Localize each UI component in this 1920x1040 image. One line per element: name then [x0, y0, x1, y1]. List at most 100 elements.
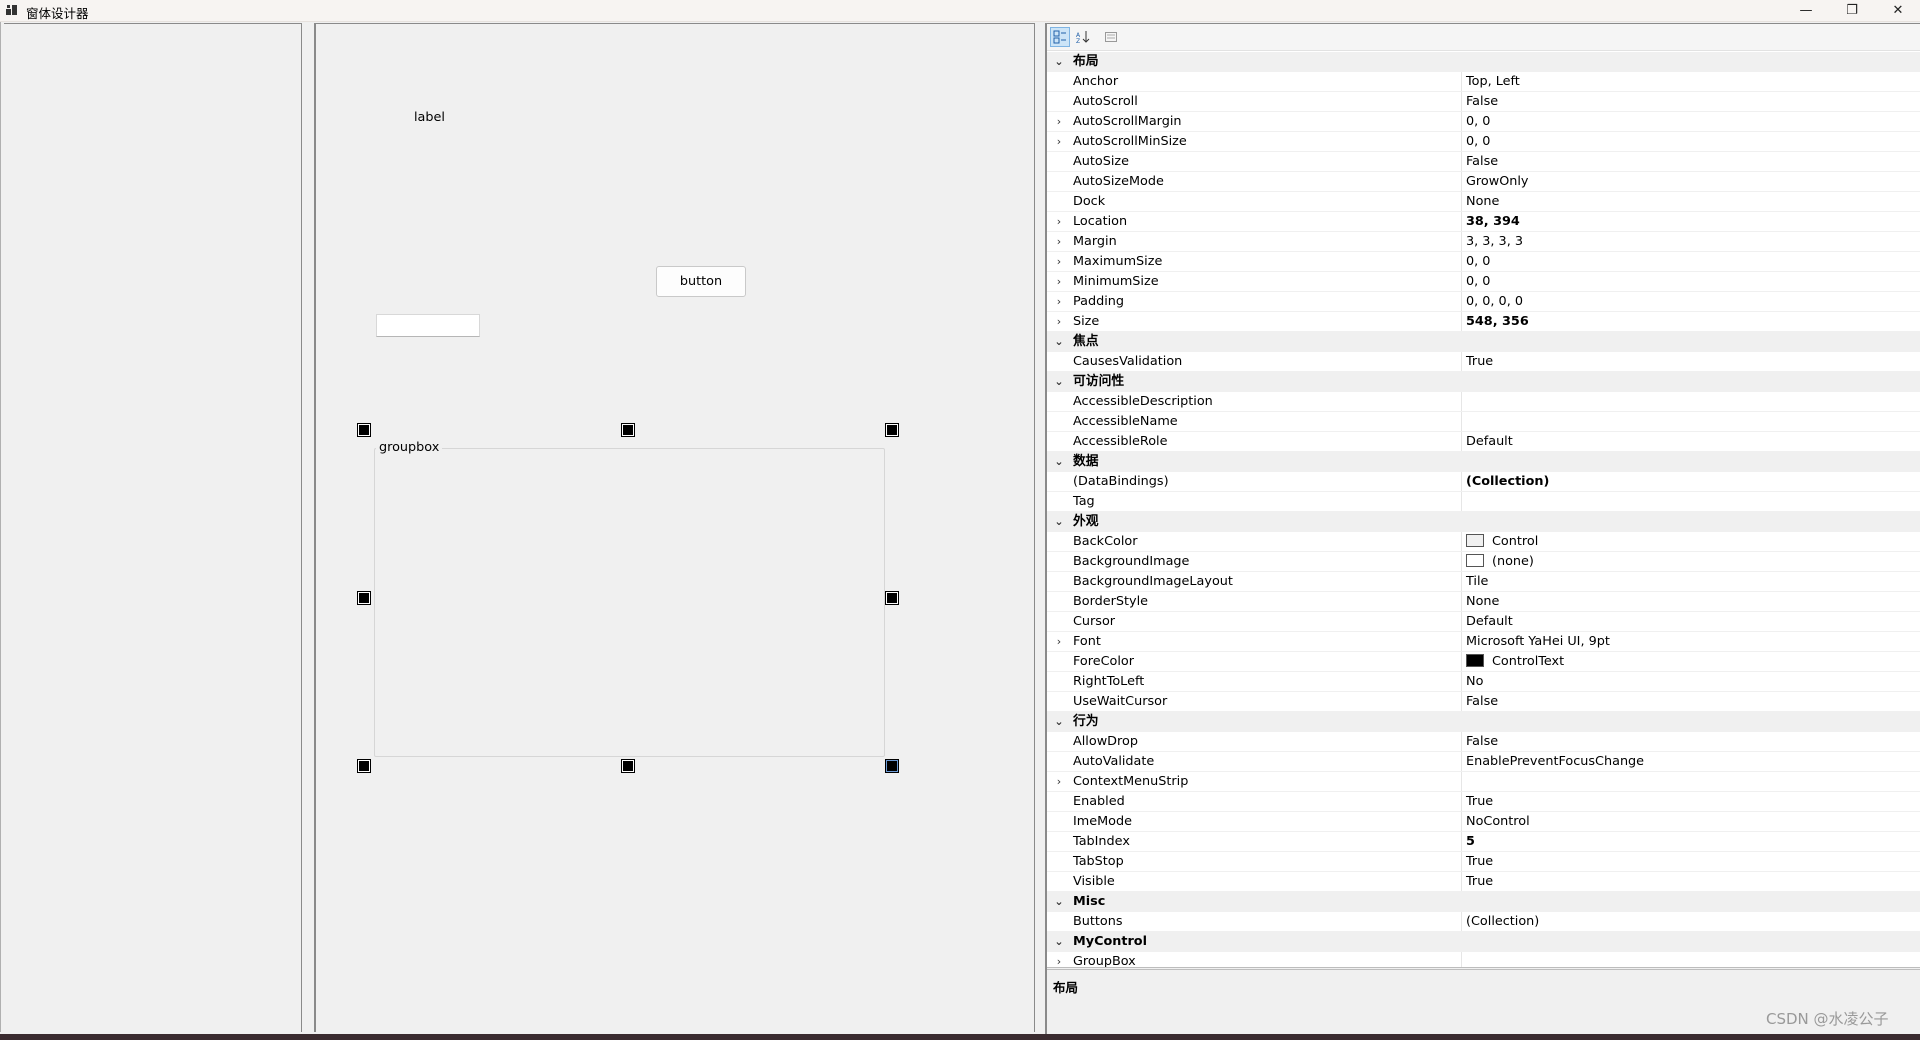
property-row[interactable]: AutoScroll False	[1047, 92, 1920, 112]
property-value[interactable]: 0, 0	[1461, 252, 1920, 271]
property-category[interactable]: ⌄ 行为	[1047, 712, 1920, 732]
property-row[interactable]: TabIndex 5	[1047, 832, 1920, 852]
property-value[interactable]	[1461, 492, 1920, 511]
property-category[interactable]: ⌄ Misc	[1047, 892, 1920, 912]
property-value[interactable]: Top, Left	[1461, 72, 1920, 91]
property-value[interactable]	[1461, 412, 1920, 431]
property-category[interactable]: ⌄ 数据	[1047, 452, 1920, 472]
property-row[interactable]: ImeMode NoControl	[1047, 812, 1920, 832]
property-row[interactable]: › Size 548, 356	[1047, 312, 1920, 332]
property-value[interactable]: False	[1461, 732, 1920, 751]
property-row[interactable]: AutoValidate EnablePreventFocusChange	[1047, 752, 1920, 772]
property-value[interactable]: GrowOnly	[1461, 172, 1920, 191]
expand-chevron-icon[interactable]: ›	[1053, 232, 1065, 251]
property-value[interactable]: 0, 0	[1461, 272, 1920, 291]
property-row[interactable]: Buttons (Collection)	[1047, 912, 1920, 932]
minimize-button[interactable]: —	[1784, 0, 1828, 21]
property-value[interactable]: 5	[1461, 832, 1920, 851]
property-value[interactable]: Control	[1461, 532, 1920, 551]
collapse-chevron-icon[interactable]: ⌄	[1053, 52, 1065, 71]
property-row[interactable]: BackgroundImage (none)	[1047, 552, 1920, 572]
expand-chevron-icon[interactable]: ›	[1053, 252, 1065, 271]
property-value[interactable]: Microsoft YaHei UI, 9pt	[1461, 632, 1920, 651]
property-row[interactable]: Visible True	[1047, 872, 1920, 892]
property-row[interactable]: AutoSizeMode GrowOnly	[1047, 172, 1920, 192]
property-value[interactable]: True	[1461, 352, 1920, 371]
resize-handle-top-left[interactable]	[358, 424, 370, 436]
canvas-button-control[interactable]: button	[656, 266, 746, 297]
property-value[interactable]: (Collection)	[1461, 912, 1920, 931]
close-button[interactable]: ✕	[1876, 0, 1920, 21]
property-row[interactable]: › ContextMenuStrip	[1047, 772, 1920, 792]
property-row[interactable]: CausesValidation True	[1047, 352, 1920, 372]
collapse-chevron-icon[interactable]: ⌄	[1053, 452, 1065, 471]
collapse-chevron-icon[interactable]: ⌄	[1053, 932, 1065, 951]
resize-handle-top[interactable]	[622, 424, 634, 436]
maximize-button[interactable]: ❐	[1830, 0, 1874, 21]
property-value[interactable]: ControlText	[1461, 652, 1920, 671]
property-row[interactable]: Anchor Top, Left	[1047, 72, 1920, 92]
resize-handle-top-right[interactable]	[886, 424, 898, 436]
property-row[interactable]: UseWaitCursor False	[1047, 692, 1920, 712]
property-value[interactable]: 3, 3, 3, 3	[1461, 232, 1920, 251]
property-value[interactable]: EnablePreventFocusChange	[1461, 752, 1920, 771]
expand-chevron-icon[interactable]: ›	[1053, 212, 1065, 231]
property-row[interactable]: ForeColor ControlText	[1047, 652, 1920, 672]
property-row[interactable]: BackgroundImageLayout Tile	[1047, 572, 1920, 592]
property-row[interactable]: › AutoScrollMinSize 0, 0	[1047, 132, 1920, 152]
collapse-chevron-icon[interactable]: ⌄	[1053, 512, 1065, 531]
property-row[interactable]: Cursor Default	[1047, 612, 1920, 632]
expand-chevron-icon[interactable]: ›	[1053, 632, 1065, 651]
property-row[interactable]: › Padding 0, 0, 0, 0	[1047, 292, 1920, 312]
property-value[interactable]: 0, 0	[1461, 132, 1920, 151]
expand-chevron-icon[interactable]: ›	[1053, 312, 1065, 331]
property-value[interactable]: Tile	[1461, 572, 1920, 591]
property-value[interactable]: (none)	[1461, 552, 1920, 571]
property-value[interactable]: False	[1461, 92, 1920, 111]
property-value[interactable]: True	[1461, 872, 1920, 891]
property-value[interactable]: None	[1461, 592, 1920, 611]
property-value[interactable]: None	[1461, 192, 1920, 211]
collapse-chevron-icon[interactable]: ⌄	[1053, 712, 1065, 731]
property-value[interactable]: Default	[1461, 432, 1920, 451]
categorized-view-button[interactable]	[1050, 27, 1070, 47]
property-row[interactable]: BorderStyle None	[1047, 592, 1920, 612]
canvas-label-control[interactable]: label	[414, 110, 445, 125]
canvas-textbox-control[interactable]	[376, 314, 480, 337]
resize-handle-bottom-right[interactable]	[886, 760, 898, 772]
resize-handle-bottom-left[interactable]	[358, 760, 370, 772]
property-category[interactable]: ⌄ 焦点	[1047, 332, 1920, 352]
property-value[interactable]: 38, 394	[1461, 212, 1920, 231]
collapse-chevron-icon[interactable]: ⌄	[1053, 372, 1065, 391]
collapse-chevron-icon[interactable]: ⌄	[1053, 892, 1065, 911]
property-row[interactable]: AutoSize False	[1047, 152, 1920, 172]
property-category[interactable]: ⌄ 布局	[1047, 52, 1920, 72]
property-row[interactable]: › Location 38, 394	[1047, 212, 1920, 232]
resize-handle-left[interactable]	[358, 592, 370, 604]
toolbox-panel[interactable]	[4, 23, 302, 1032]
property-row[interactable]: Tag	[1047, 492, 1920, 512]
property-value[interactable]: 0, 0	[1461, 112, 1920, 131]
property-category[interactable]: ⌄ 外观	[1047, 512, 1920, 532]
property-value[interactable]: No	[1461, 672, 1920, 691]
property-row[interactable]: › Font Microsoft YaHei UI, 9pt	[1047, 632, 1920, 652]
property-pages-button[interactable]	[1101, 27, 1121, 47]
property-category[interactable]: ⌄ 可访问性	[1047, 372, 1920, 392]
expand-chevron-icon[interactable]: ›	[1053, 132, 1065, 151]
property-value[interactable]: 0, 0, 0, 0	[1461, 292, 1920, 311]
property-value[interactable]: False	[1461, 152, 1920, 171]
property-value[interactable]: Default	[1461, 612, 1920, 631]
property-value[interactable]: NoControl	[1461, 812, 1920, 831]
resize-handle-right[interactable]	[886, 592, 898, 604]
expand-chevron-icon[interactable]: ›	[1053, 292, 1065, 311]
property-row[interactable]: AllowDrop False	[1047, 732, 1920, 752]
property-row[interactable]: TabStop True	[1047, 852, 1920, 872]
property-row[interactable]: AccessibleRole Default	[1047, 432, 1920, 452]
property-value[interactable]	[1461, 392, 1920, 411]
property-row[interactable]: BackColor Control	[1047, 532, 1920, 552]
property-row[interactable]: AccessibleDescription	[1047, 392, 1920, 412]
property-row[interactable]: Dock None	[1047, 192, 1920, 212]
property-row[interactable]: Enabled True	[1047, 792, 1920, 812]
property-row[interactable]: › Margin 3, 3, 3, 3	[1047, 232, 1920, 252]
alphabetical-view-button[interactable]: AZ	[1073, 27, 1093, 47]
